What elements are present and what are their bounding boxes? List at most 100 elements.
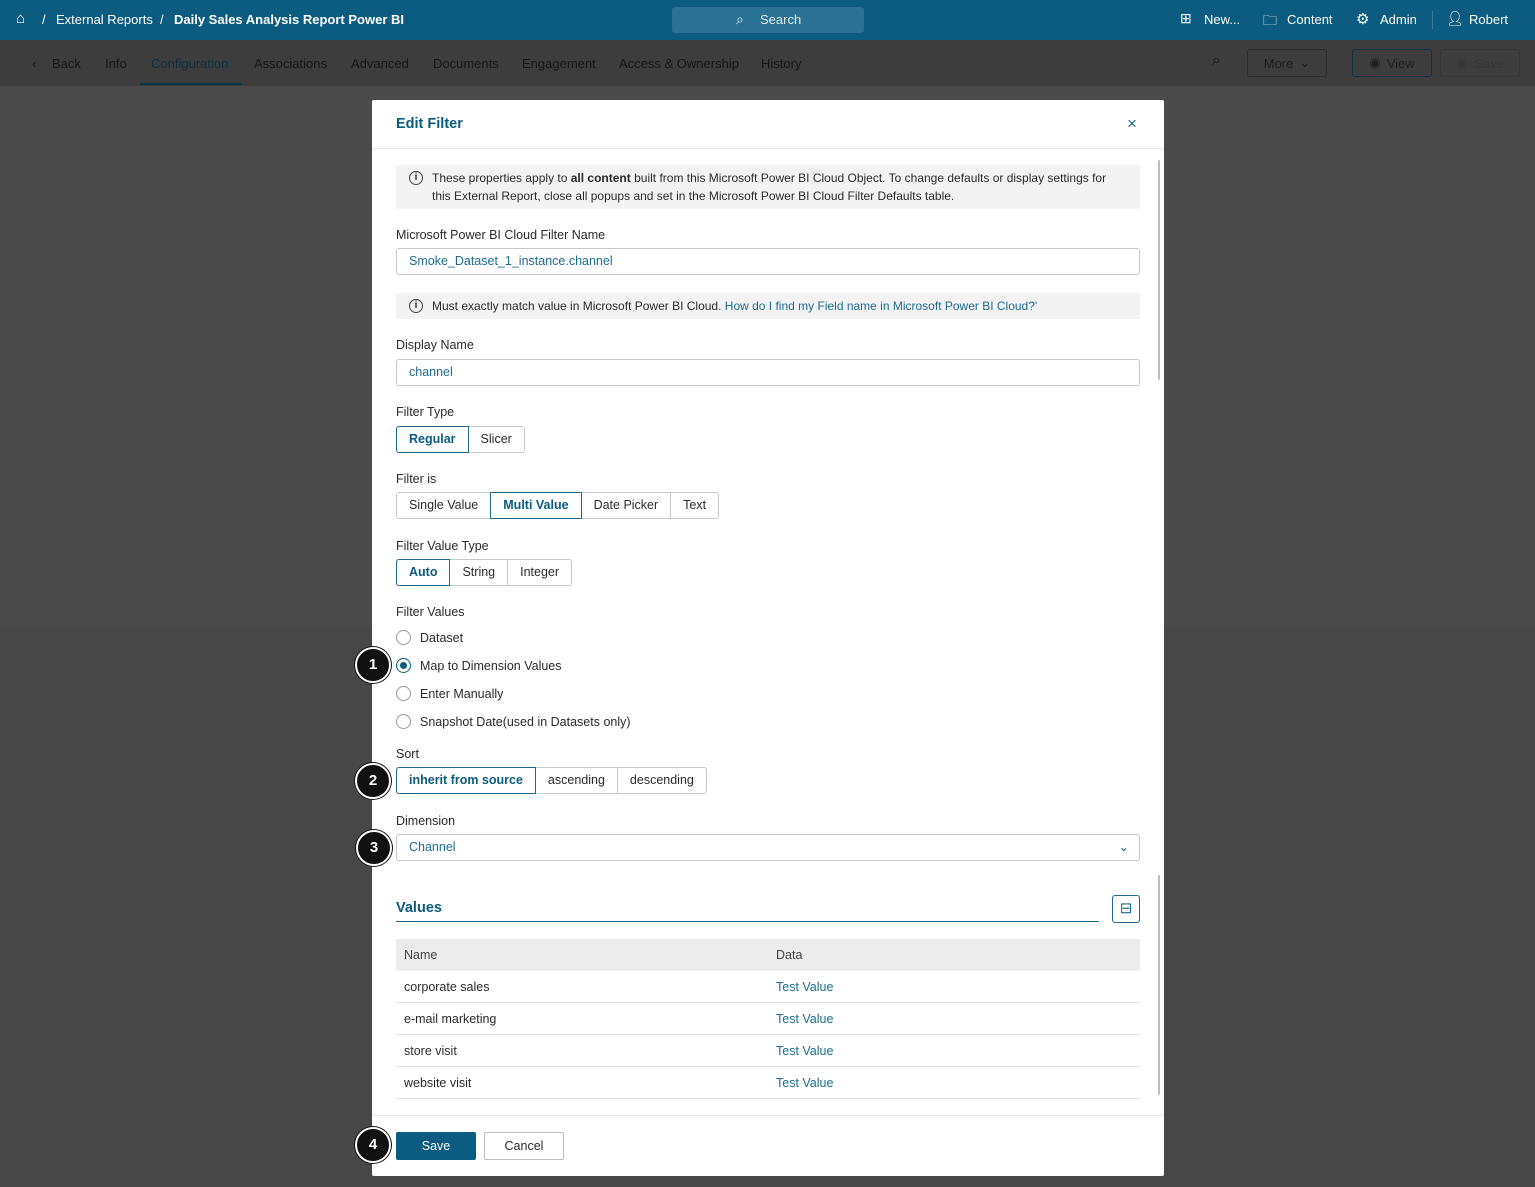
filter-type-toggle: Regular Slicer [396,426,525,453]
filter-is-text[interactable]: Text [670,492,720,519]
filter-is-date-picker[interactable]: Date Picker [580,492,672,519]
save-button[interactable]: Save [396,1132,476,1160]
content-button[interactable]: Content [1287,12,1333,27]
filter-type-slicer[interactable]: Slicer [467,426,525,453]
radio-label: Snapshot Date(used in Datasets only) [420,714,631,729]
filter-is-label: Filter is [396,472,437,486]
filter-type-label: Filter Type [396,405,455,419]
help-link[interactable]: How do I find my Field name in Microsoft… [725,299,1037,313]
breadcrumb-separator: / [42,12,46,27]
tab-info[interactable]: Info [105,56,127,71]
gear-icon: ⚙ [1356,11,1370,28]
info-text-bold: all content [570,171,631,185]
breadcrumb-current: Daily Sales Analysis Report Power BI [174,12,404,27]
callout-badge-2: 2 [355,763,391,799]
view-label: View [1386,55,1415,71]
cell-name: e-mail marketing [404,1012,497,1026]
radio-dataset[interactable]: Dataset [396,630,463,645]
divider [372,148,1164,149]
cell-data-link[interactable]: Test Value [776,1012,833,1026]
radio-circle[interactable] [396,630,411,645]
cell-name: corporate sales [404,980,490,994]
filter-is-toggle: Single Value Multi Value Date Picker Tex… [396,492,720,519]
radio-circle[interactable] [396,714,411,729]
values-heading: Values [396,900,442,916]
cell-name: store visit [404,1044,457,1058]
info-icon: i [409,171,423,185]
filter-type-regular[interactable]: Regular [396,426,469,453]
filter-values-label: Filter Values [396,605,465,619]
back-button[interactable]: Back [52,56,81,71]
tab-configuration[interactable]: Configuration [151,56,228,71]
dimension-select[interactable]: Channel ⌄ [396,834,1140,861]
cell-data-link[interactable]: Test Value [776,1044,833,1058]
table-layout-icon[interactable]: ⊟ [1112,895,1140,923]
scrollbar[interactable] [1158,160,1160,380]
tab-advanced[interactable]: Advanced [351,56,409,71]
value-type-auto[interactable]: Auto [396,559,451,586]
cancel-button[interactable]: Cancel [484,1132,564,1160]
radio-label: Map to Dimension Values [420,658,562,673]
filter-name-input[interactable]: Smoke_Dataset_1_instance.channel [396,248,1140,275]
breadcrumb-separator: / [160,12,164,27]
radio-label: Dataset [420,630,464,645]
filter-is-multi-value[interactable]: Multi Value [490,492,582,519]
scrollbar[interactable] [1158,875,1160,1095]
radio-label: Enter Manually [420,686,504,701]
sort-label: Sort [396,747,419,761]
cell-data-link[interactable]: Test Value [776,980,833,994]
info-banner: i These properties apply to all content … [396,165,1140,209]
search-button[interactable]: ⌕ Search [672,7,864,33]
radio-circle-selected[interactable] [396,658,411,673]
radio-snapshot-date[interactable]: Snapshot Date(used in Datasets only) [396,714,631,729]
tab-associations[interactable]: Associations [254,56,327,71]
callout-badge-4: 4 [355,1127,391,1163]
info-banner: i Must exactly match value in Microsoft … [396,293,1140,319]
radio-circle[interactable] [396,686,411,701]
close-icon[interactable]: × [1127,114,1137,134]
callout-badge-1: 1 [355,647,391,683]
sort-descending[interactable]: descending [616,767,707,794]
user-menu[interactable]: Robert [1469,12,1508,27]
new-button[interactable]: New... [1204,12,1240,27]
table-row: store visit Test Value [396,1035,1140,1067]
active-tab-indicator [140,83,242,85]
value-type-integer[interactable]: Integer [507,559,573,586]
column-header-data: Data [776,948,803,962]
radio-map-to-dimension[interactable]: Map to Dimension Values [396,658,562,673]
table-header: Name Data [396,939,1140,971]
table-row: e-mail marketing Test Value [396,1003,1140,1035]
dialog-title: Edit Filter [396,116,463,132]
info-text: Must exactly match value in Microsoft Po… [432,299,725,313]
divider [372,1115,1164,1116]
table-row: corporate sales Test Value [396,971,1140,1003]
more-button[interactable]: More ⌄ [1247,49,1327,77]
value-type-string[interactable]: String [449,559,509,586]
cell-data-link[interactable]: Test Value [776,1076,833,1090]
sort-ascending[interactable]: ascending [534,767,618,794]
sort-toggle: inherit from source ascending descending [396,767,707,794]
values-underline [396,921,1099,922]
tab-access-ownership[interactable]: Access & Ownership [619,56,739,71]
tab-documents[interactable]: Documents [433,56,499,71]
chevron-down-icon: ⌄ [1118,840,1129,854]
info-text: These properties apply to [432,171,571,185]
search-icon[interactable]: ⌕ [1212,52,1221,70]
folder-icon: 🗀 [1263,12,1277,28]
sub-navigation: ‹ Back Info Configuration Associations A… [0,40,1535,86]
save-label: Save [1474,55,1504,71]
search-icon: ⌕ [736,11,744,27]
tab-engagement[interactable]: Engagement [522,56,596,71]
dimension-value: Channel [409,840,456,854]
display-name-input[interactable]: channel [396,359,1140,386]
breadcrumb-external-reports[interactable]: External Reports [56,12,153,27]
callout-badge-3: 3 [356,830,392,866]
info-icon: i [409,299,423,313]
view-button[interactable]: ◉ View [1352,49,1432,77]
admin-button[interactable]: Admin [1380,12,1417,27]
filter-is-single-value[interactable]: Single Value [396,492,492,519]
tab-history[interactable]: History [761,56,801,71]
sort-inherit[interactable]: inherit from source [396,767,536,794]
home-icon[interactable]: ⌂ [16,10,25,27]
radio-enter-manually[interactable]: Enter Manually [396,686,503,701]
